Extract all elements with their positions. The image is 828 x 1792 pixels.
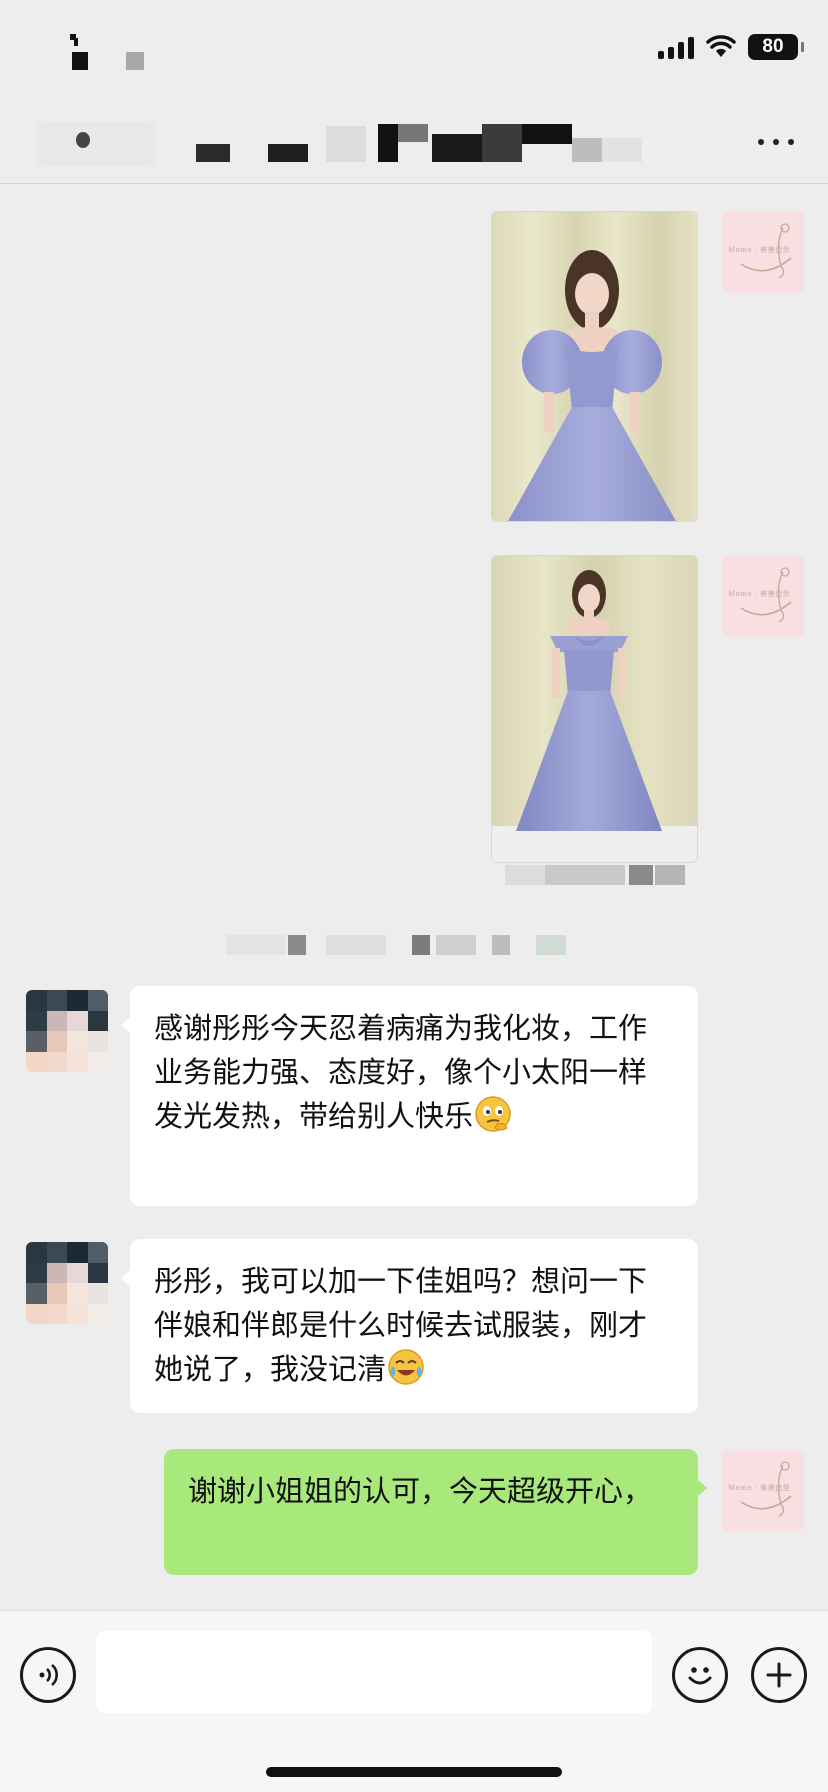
message-text: 感谢彤彤今天忍着病痛为我化妆，工作业务能力强、态度好，像个小太阳一样发光发热，带…: [154, 1011, 648, 1133]
contact-avatar[interactable]: [26, 990, 108, 1072]
status-time-pixelated: [62, 34, 152, 74]
message-photo-1[interactable]: [491, 211, 698, 522]
voice-icon: [39, 1664, 58, 1686]
self-avatar[interactable]: Meme · 美美造型: [722, 211, 804, 293]
signal-icon: [658, 35, 694, 59]
more-button[interactable]: [752, 124, 800, 160]
status-bar: 80: [0, 0, 828, 100]
contact-avatar[interactable]: [26, 1242, 108, 1324]
voice-button[interactable]: [20, 1647, 76, 1703]
tears-of-joy-emoji: [388, 1349, 424, 1385]
message-photo-2[interactable]: [491, 555, 698, 863]
message-bubble-incoming[interactable]: 彤彤，我可以加一下佳姐吗？想问一下伴娘和伴郎是什么时候去试服装，刚才她说了，我没…: [121, 1239, 698, 1413]
chat-header: [0, 100, 828, 184]
self-avatar[interactable]: Meme · 美美造型: [722, 555, 804, 637]
home-indicator[interactable]: [266, 1767, 562, 1777]
thinking-face-emoji: [475, 1096, 511, 1132]
wifi-icon: [706, 35, 736, 57]
pixelated-timestamp: [226, 935, 586, 955]
more-dots-icon: [758, 139, 764, 145]
message-bubble-incoming[interactable]: 感谢彤彤今天忍着病痛为我化妆，工作业务能力强、态度好，像个小太阳一样发光发热，带…: [121, 986, 698, 1206]
message-input[interactable]: [96, 1631, 652, 1713]
message-bubble-outgoing[interactable]: 谢谢小姐姐的认可，今天超级开心，: [164, 1449, 707, 1575]
message-text: 谢谢小姐姐的认可，今天超级开心，: [188, 1474, 653, 1508]
plus-icon: [766, 1662, 792, 1688]
chat-messages[interactable]: Meme · 美美造型 Meme · 美美造型 感谢彤彤今天忍着病痛为我化妆，工…: [0, 185, 828, 1610]
input-bar: [0, 1610, 828, 1792]
system-icons: 80: [658, 34, 804, 60]
self-avatar[interactable]: Meme · 美美造型: [722, 1449, 804, 1531]
emoji-button[interactable]: [672, 1647, 728, 1703]
emoji-icon: [688, 1667, 712, 1685]
chat-title-pixelated: [36, 116, 656, 172]
battery-icon: 80: [748, 34, 804, 60]
pixelated-caption: [505, 865, 701, 885]
plus-button[interactable]: [751, 1647, 807, 1703]
